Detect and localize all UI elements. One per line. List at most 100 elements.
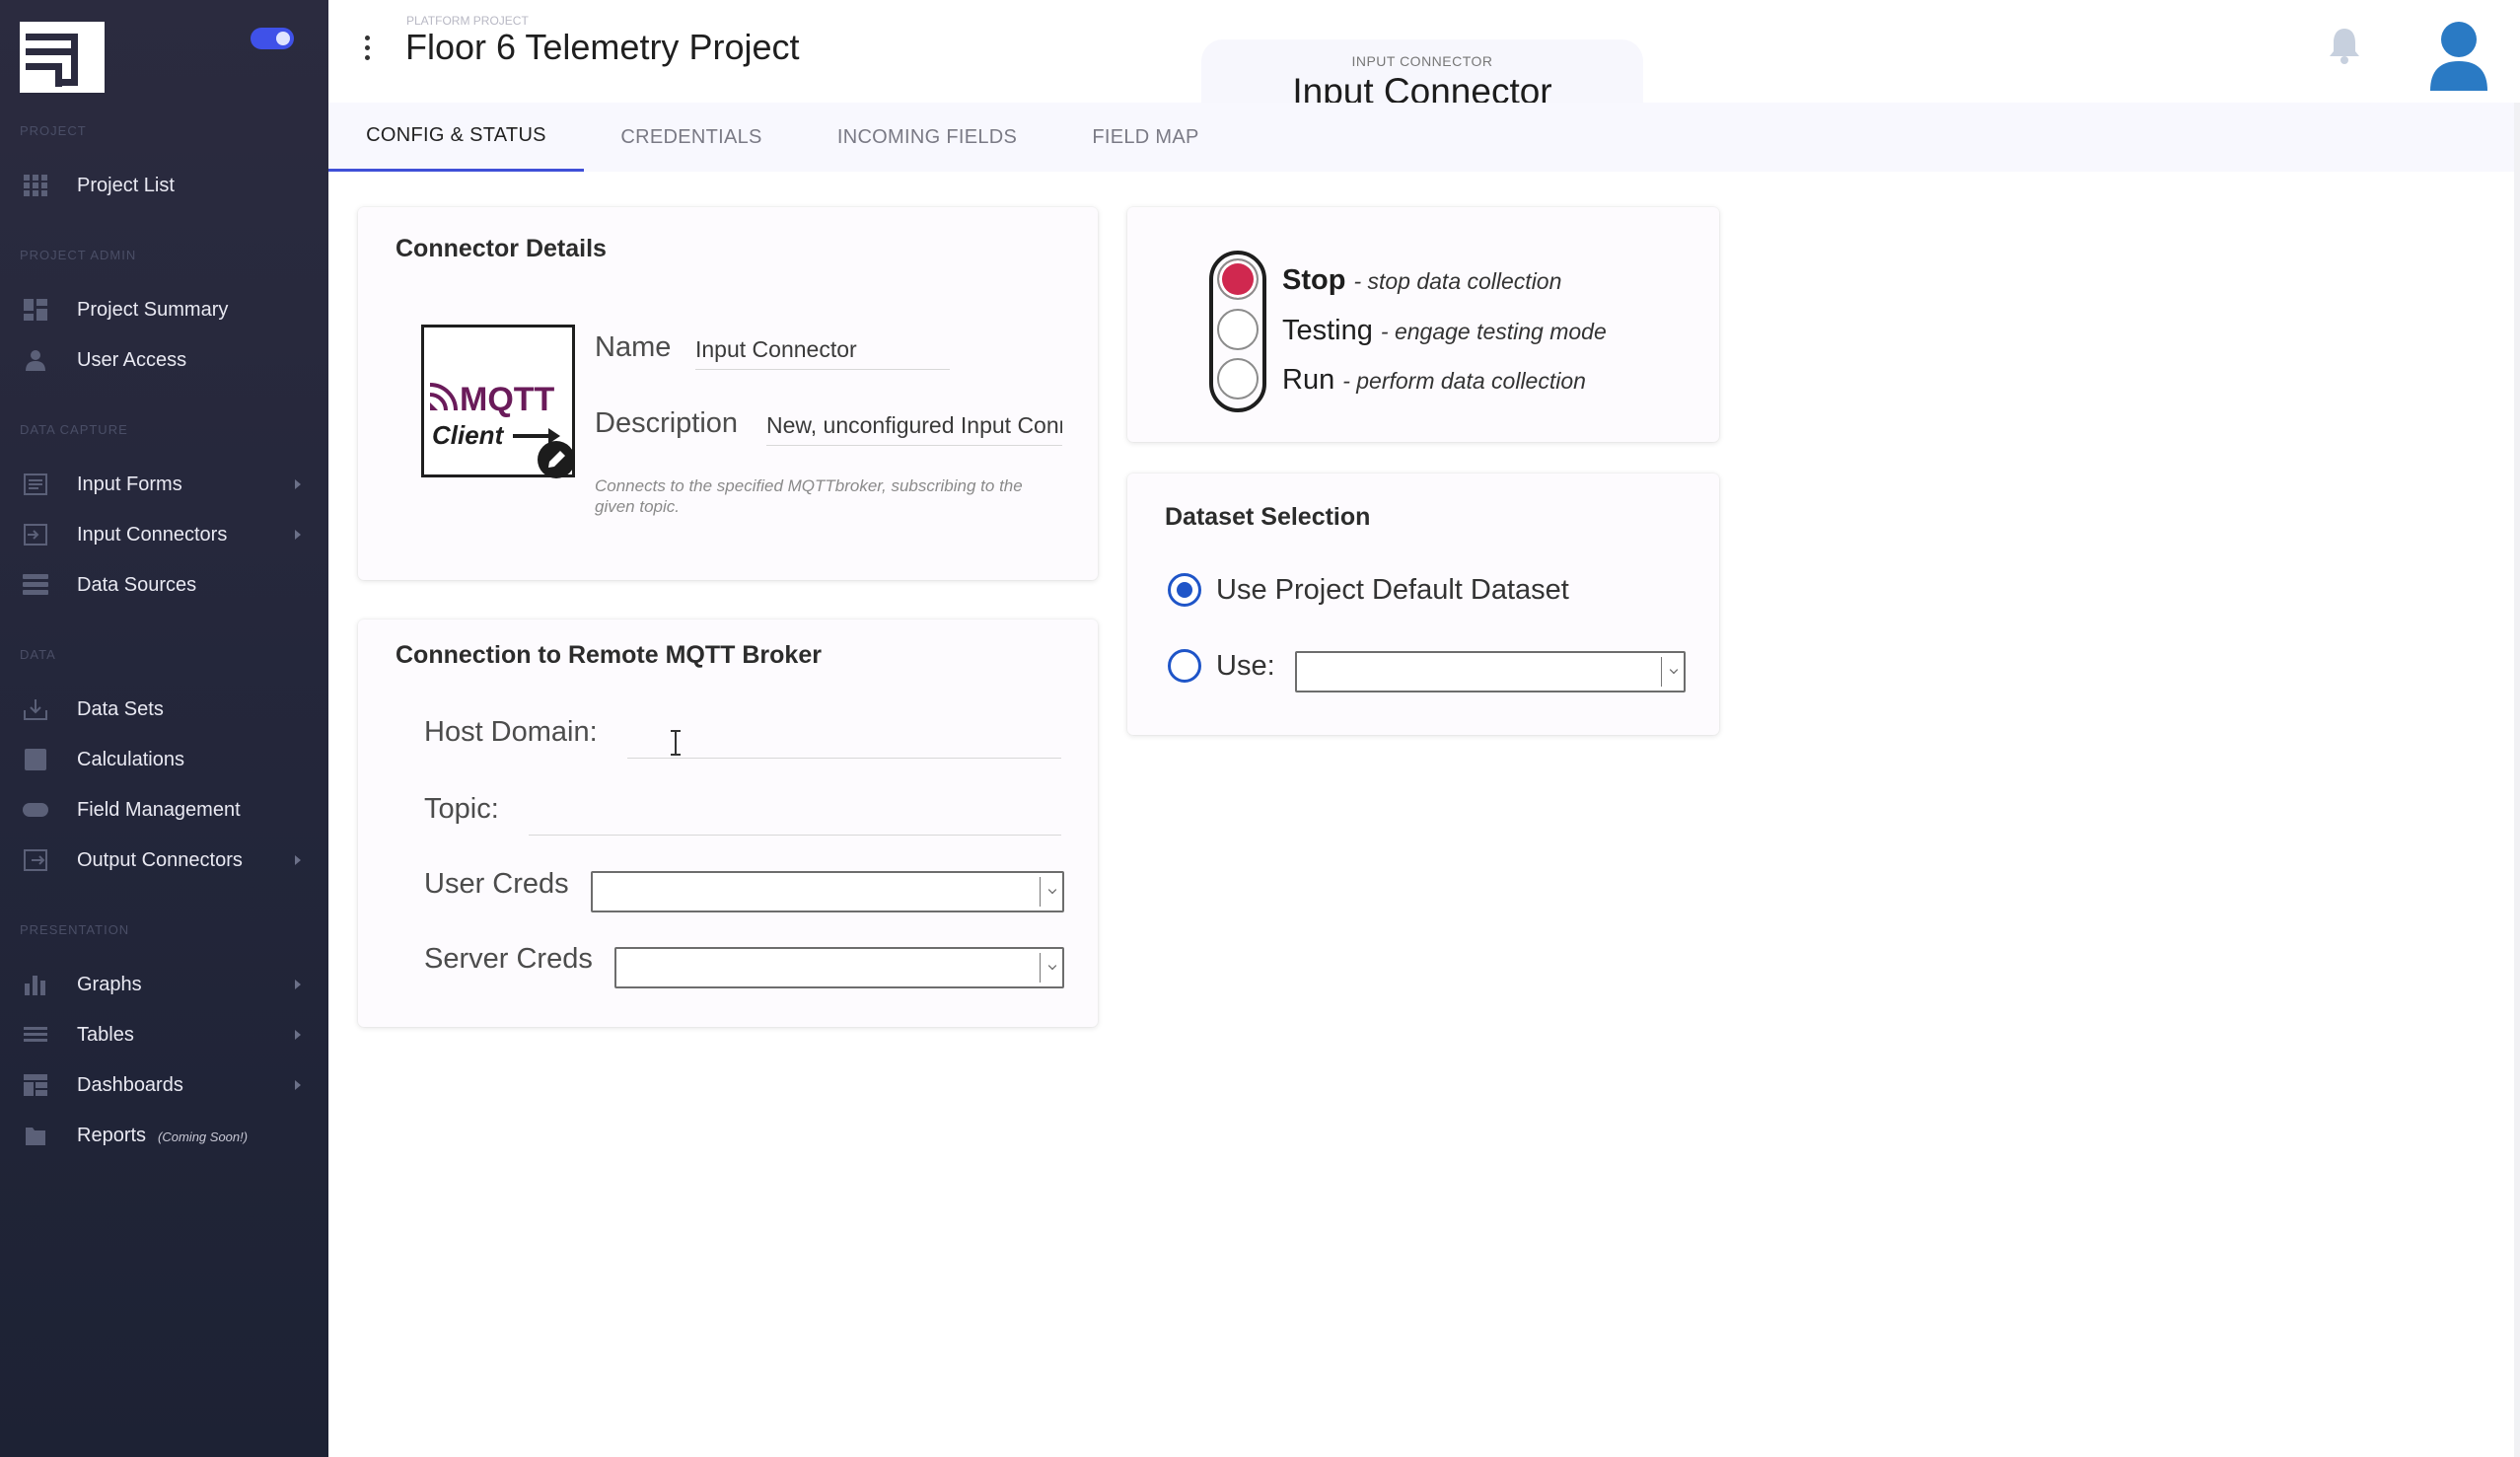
project-kicker: PLATFORM PROJECT (406, 14, 529, 28)
data-sources-icon (22, 573, 49, 597)
sidebar-item-user-access[interactable]: User Access (0, 338, 328, 382)
tab-incoming-fields[interactable]: INCOMING FIELDS (819, 103, 1036, 172)
user-icon (22, 348, 49, 372)
sidebar-item-dashboards[interactable]: Dashboards (0, 1063, 328, 1107)
sidebar-item-label: Input Connectors (77, 523, 228, 546)
bar-chart-icon (22, 973, 49, 996)
nav-section-admin: Project Admin (20, 248, 137, 262)
sidebar-item-project-list[interactable]: Project List (0, 164, 328, 207)
sidebar-item-data-sets[interactable]: Data Sets (0, 688, 328, 731)
description-label: Description (595, 407, 739, 439)
sidebar-item-label: Data Sets (77, 697, 164, 720)
status-name: Run (1282, 364, 1335, 396)
user-creds-label: User Creds (424, 868, 569, 900)
sidebar-item-label: Project Summary (77, 298, 229, 321)
sidebar-item-label: Reports (Coming Soon!) (77, 1125, 248, 1147)
scrollbar[interactable] (2514, 103, 2520, 1457)
name-input[interactable]: Input Connector (695, 336, 950, 370)
card-title: Connector Details (396, 235, 607, 262)
field-icon (22, 798, 49, 822)
host-domain-input[interactable] (627, 722, 1061, 759)
host-domain-label: Host Domain: (424, 716, 598, 748)
sidebar-item-label: Output Connectors (77, 848, 243, 871)
sidebar-item-label: Graphs (77, 973, 142, 995)
pencil-icon (548, 451, 565, 468)
connector-help-text: Connects to the specified MQTTbroker, su… (595, 476, 1023, 516)
connector-kicker: INPUT CONNECTOR (1351, 53, 1493, 69)
status-desc: - stop data collection (1353, 268, 1562, 294)
avatar[interactable] (2428, 20, 2489, 91)
default-dataset-label[interactable]: Use Project Default Dataset (1216, 574, 1569, 607)
chevron-right-icon (295, 1080, 301, 1090)
user-creds-select[interactable] (591, 871, 1064, 912)
form-icon (22, 473, 49, 496)
bell-icon[interactable] (2328, 26, 2361, 65)
sidebar-item-label: Project List (77, 174, 175, 196)
sidebar-item-field-management[interactable]: Field Management (0, 788, 328, 832)
calculator-icon (22, 748, 49, 771)
card-title: Connection to Remote MQTT Broker (396, 641, 822, 669)
card-title: Dataset Selection (1165, 503, 1371, 531)
tab-field-map[interactable]: FIELD MAP (1075, 103, 1216, 172)
input-connector-icon (22, 523, 49, 546)
app-logo-icon[interactable] (20, 22, 105, 93)
status-name: Stop (1282, 264, 1346, 296)
stop-status-light[interactable] (1217, 258, 1259, 300)
status-desc: - engage testing mode (1380, 319, 1607, 344)
chevron-right-icon (295, 530, 301, 540)
sidebar-item-output-connectors[interactable]: Output Connectors (0, 838, 328, 882)
more-vert-icon[interactable] (363, 36, 373, 65)
status-desc: - perform data collection (1342, 368, 1586, 394)
nav-section-presentation: Presentation (20, 922, 130, 937)
coming-soon-note: (Coming Soon!) (158, 1129, 249, 1144)
sidebar-item-tables[interactable]: Tables (0, 1013, 328, 1056)
default-dataset-radio[interactable] (1168, 573, 1201, 607)
use-dataset-label[interactable]: Use: (1216, 650, 1275, 683)
sidebar-item-project-summary[interactable]: Project Summary (0, 288, 328, 331)
sidebar-item-label: Tables (77, 1023, 134, 1046)
tab-credentials[interactable]: CREDENTIALS (599, 103, 784, 172)
sidebar-item-input-forms[interactable]: Input Forms (0, 463, 328, 506)
server-creds-label: Server Creds (424, 943, 593, 975)
server-creds-select[interactable] (614, 947, 1064, 988)
run-status-light[interactable] (1217, 358, 1259, 400)
output-connector-icon (22, 848, 49, 872)
sidebar-item-label: Dashboards (77, 1073, 183, 1096)
description-input[interactable]: New, unconfigured Input Connector (766, 412, 1062, 446)
sidebar-item-reports-label: Reports (77, 1124, 147, 1146)
sidebar: Project Project List Project Admin Proje… (0, 0, 328, 1457)
sidebar-item-reports[interactable]: Reports (Coming Soon!) (0, 1114, 328, 1157)
name-label: Name (595, 331, 672, 363)
report-icon (22, 1124, 49, 1147)
sidebar-item-label: User Access (77, 348, 187, 371)
nav-section-data: Data (20, 647, 56, 662)
edit-logo-button[interactable] (538, 441, 575, 478)
theme-toggle[interactable] (251, 28, 294, 49)
dataset-select[interactable] (1295, 651, 1686, 692)
status-option-stop[interactable]: Stop - stop data collection (1282, 264, 1561, 297)
chevron-right-icon (295, 479, 301, 489)
tab-config-status[interactable]: CONFIG & STATUS (328, 103, 584, 172)
sidebar-item-label: Input Forms (77, 473, 182, 495)
chevron-right-icon (295, 1030, 301, 1040)
nav-section-data-capture: Data Capture (20, 422, 128, 437)
sidebar-item-calculations[interactable]: Calculations (0, 738, 328, 781)
sidebar-item-input-connectors[interactable]: Input Connectors (0, 513, 328, 556)
page-title: Floor 6 Telemetry Project (405, 27, 800, 67)
text-cursor-icon (671, 730, 681, 756)
logo-client-text: Client (432, 420, 505, 450)
topic-input[interactable] (529, 799, 1061, 836)
chevron-down-icon (1047, 961, 1057, 971)
sidebar-item-label: Field Management (77, 798, 241, 821)
testing-status-light[interactable] (1217, 309, 1259, 350)
dashboard-icon (22, 298, 49, 322)
chevron-right-icon (295, 855, 301, 865)
sidebar-item-graphs[interactable]: Graphs (0, 963, 328, 1006)
status-option-run[interactable]: Run - perform data collection (1282, 364, 1586, 397)
topic-label: Topic: (424, 793, 499, 825)
status-option-testing[interactable]: Testing - engage testing mode (1282, 315, 1607, 347)
chevron-down-icon (1669, 665, 1679, 675)
use-dataset-radio[interactable] (1168, 649, 1201, 683)
sidebar-item-data-sources[interactable]: Data Sources (0, 563, 328, 607)
sidebar-item-label: Data Sources (77, 573, 197, 596)
